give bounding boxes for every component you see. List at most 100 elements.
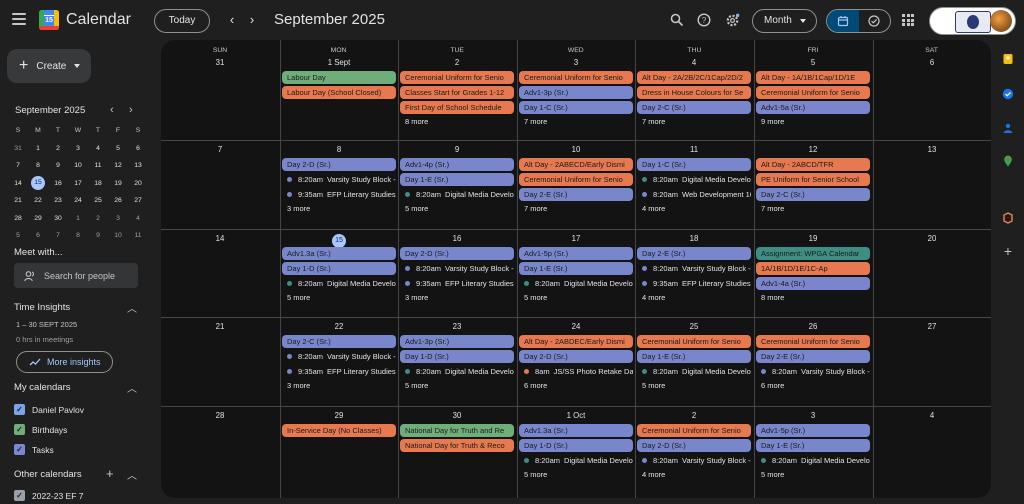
more-events-link[interactable]: 5 more xyxy=(519,470,547,479)
timed-event[interactable]: 8:20am Varsity Study Block - xyxy=(756,365,870,378)
day-cell[interactable] xyxy=(635,407,754,498)
mini-day[interactable]: 16 xyxy=(48,180,68,187)
event-chip[interactable]: Adv1-4a (Sr.) xyxy=(756,277,870,290)
event-chip[interactable]: Labour Day (School Closed) xyxy=(282,86,396,99)
mini-day[interactable]: 27 xyxy=(128,197,148,204)
event-chip[interactable]: Day 2-D (Sr.) xyxy=(637,439,751,452)
timed-event[interactable]: 8:20am Digital Media Develo xyxy=(282,277,396,290)
event-chip[interactable]: Alt Day - 2ABDEC/Early Dismi xyxy=(519,335,633,348)
mini-day[interactable]: 2 xyxy=(48,145,68,152)
contacts-icon[interactable] xyxy=(1002,122,1014,134)
day-cell[interactable] xyxy=(517,407,636,498)
event-chip[interactable]: Alt Day - 2ABECD/Early Dismi xyxy=(519,158,633,171)
timed-event[interactable]: 8:20am Digital Media Develo xyxy=(519,454,633,467)
event-chip[interactable]: Ceremonial Uniform for Senio xyxy=(637,335,751,348)
event-chip[interactable]: Day 1-C (Sr.) xyxy=(637,158,751,171)
day-number[interactable]: 18 xyxy=(635,234,753,243)
mini-day-today[interactable]: 15 xyxy=(28,176,48,191)
event-chip[interactable]: Day 1-E (Sr.) xyxy=(756,439,870,452)
main-menu-icon[interactable] xyxy=(12,13,26,25)
event-chip[interactable]: Alt Day - 2A/2B/2C/1Cap/2D/2 xyxy=(637,71,751,84)
day-number[interactable]: 3 xyxy=(517,58,635,67)
mini-day[interactable]: 13 xyxy=(128,162,148,169)
more-events-link[interactable]: 9 more xyxy=(756,117,784,126)
mini-day[interactable]: 9 xyxy=(88,232,108,239)
event-chip[interactable]: Adv1.3a (Sr.) xyxy=(282,247,396,260)
more-events-link[interactable]: 6 more xyxy=(756,381,784,390)
mini-day[interactable]: 11 xyxy=(128,232,148,239)
mini-day[interactable]: 8 xyxy=(68,232,88,239)
event-chip[interactable]: Day 1-D (Sr.) xyxy=(519,439,633,452)
timed-event[interactable]: 9:35am EFP Literary Studies xyxy=(282,365,396,378)
more-events-link[interactable]: 3 more xyxy=(282,381,310,390)
event-chip[interactable]: Adv1-5a (Sr.) xyxy=(756,101,870,114)
event-chip[interactable]: Adv1-4p (Sr.) xyxy=(400,158,514,171)
chevron-up-icon[interactable]: ︿ xyxy=(127,300,137,315)
day-cell[interactable] xyxy=(161,230,280,318)
more-events-link[interactable]: 8 more xyxy=(400,117,428,126)
event-chip[interactable]: First Day of School Schedule xyxy=(400,101,514,114)
checkbox-icon[interactable]: ✓ xyxy=(14,424,25,435)
mini-day[interactable]: 14 xyxy=(8,180,28,187)
timed-event[interactable]: 8:20am Varsity Study Block - xyxy=(282,350,396,363)
event-chip[interactable]: In-Service Day (No Classes) xyxy=(282,424,396,437)
day-number[interactable]: 23 xyxy=(398,322,516,331)
day-number[interactable]: 22 xyxy=(280,322,398,331)
timed-event[interactable]: 8:20am Digital Media Develo xyxy=(637,173,751,186)
day-number[interactable]: 16 xyxy=(398,234,516,243)
day-number[interactable]: 28 xyxy=(161,411,279,420)
mini-day[interactable]: 11 xyxy=(88,162,108,169)
event-chip[interactable]: Dress in House Colours for Se xyxy=(637,86,751,99)
maps-icon[interactable] xyxy=(1002,155,1014,167)
timed-event[interactable]: 9:35am EFP Literary Studies xyxy=(400,277,514,290)
day-cell[interactable] xyxy=(161,407,280,498)
day-number[interactable]: 30 xyxy=(398,411,516,420)
more-events-link[interactable]: 5 more xyxy=(519,293,547,302)
next-month-icon[interactable]: › xyxy=(246,13,258,27)
day-number[interactable]: 13 xyxy=(873,145,991,154)
event-chip[interactable]: National Day for Truth & Reco xyxy=(400,439,514,452)
calendar-list-item[interactable]: ✓ Tasks xyxy=(14,444,54,455)
add-calendar-icon[interactable]: + xyxy=(106,466,114,481)
day-number[interactable]: 9 xyxy=(398,145,516,154)
timed-event[interactable]: 8:20am Digital Media Develo xyxy=(756,454,870,467)
event-chip[interactable]: Alt Day - 2ABCD/TFR xyxy=(756,158,870,171)
day-cell[interactable] xyxy=(754,407,873,498)
day-number[interactable]: 17 xyxy=(517,234,635,243)
mini-day[interactable]: 28 xyxy=(8,215,28,222)
mini-day[interactable]: 5 xyxy=(108,145,128,152)
more-events-link[interactable]: 3 more xyxy=(282,204,310,213)
event-chip[interactable]: Day 2-C (Sr.) xyxy=(282,335,396,348)
mini-day[interactable]: 18 xyxy=(88,180,108,187)
more-events-link[interactable]: 4 more xyxy=(637,470,665,479)
day-number[interactable]: 24 xyxy=(517,322,635,331)
event-chip[interactable]: Day 1-D (Sr.) xyxy=(400,350,514,363)
day-cell[interactable] xyxy=(873,230,991,318)
timed-event[interactable]: 8:20am Digital Media Develo xyxy=(637,365,751,378)
previous-month-icon[interactable]: ‹ xyxy=(226,13,238,27)
mini-day[interactable]: 26 xyxy=(108,197,128,204)
timed-event[interactable]: 8:20am Web Development 10 xyxy=(637,188,751,201)
timed-event[interactable]: 8am JS/SS Photo Retake Day xyxy=(519,365,633,378)
calendar-list-item[interactable]: ✓ Daniel Pavlov xyxy=(14,404,84,415)
day-number[interactable]: 27 xyxy=(873,322,991,331)
mini-day[interactable]: 17 xyxy=(68,180,88,187)
more-events-link[interactable]: 5 more xyxy=(400,381,428,390)
day-number[interactable]: 8 xyxy=(280,145,398,154)
day-number[interactable]: 11 xyxy=(635,145,753,154)
google-apps-icon[interactable] xyxy=(902,14,914,26)
event-chip[interactable]: Adv1-3p (Sr.) xyxy=(519,86,633,99)
day-cell[interactable] xyxy=(280,407,399,498)
day-number[interactable]: 12 xyxy=(754,145,872,154)
event-chip[interactable]: Assignment: WPGA Calendar xyxy=(756,247,870,260)
day-number[interactable]: 1 Oct xyxy=(517,411,635,420)
mini-day[interactable]: 1 xyxy=(28,145,48,152)
more-events-link[interactable]: 3 more xyxy=(400,293,428,302)
day-number[interactable]: 5 xyxy=(754,58,872,67)
mini-day[interactable]: 31 xyxy=(8,145,28,152)
day-cell[interactable] xyxy=(161,141,280,230)
mini-next-month-icon[interactable]: › xyxy=(129,104,133,116)
day-number[interactable]: 6 xyxy=(873,58,991,67)
checkbox-icon[interactable]: ✓ xyxy=(14,490,25,501)
more-events-link[interactable]: 4 more xyxy=(637,204,665,213)
